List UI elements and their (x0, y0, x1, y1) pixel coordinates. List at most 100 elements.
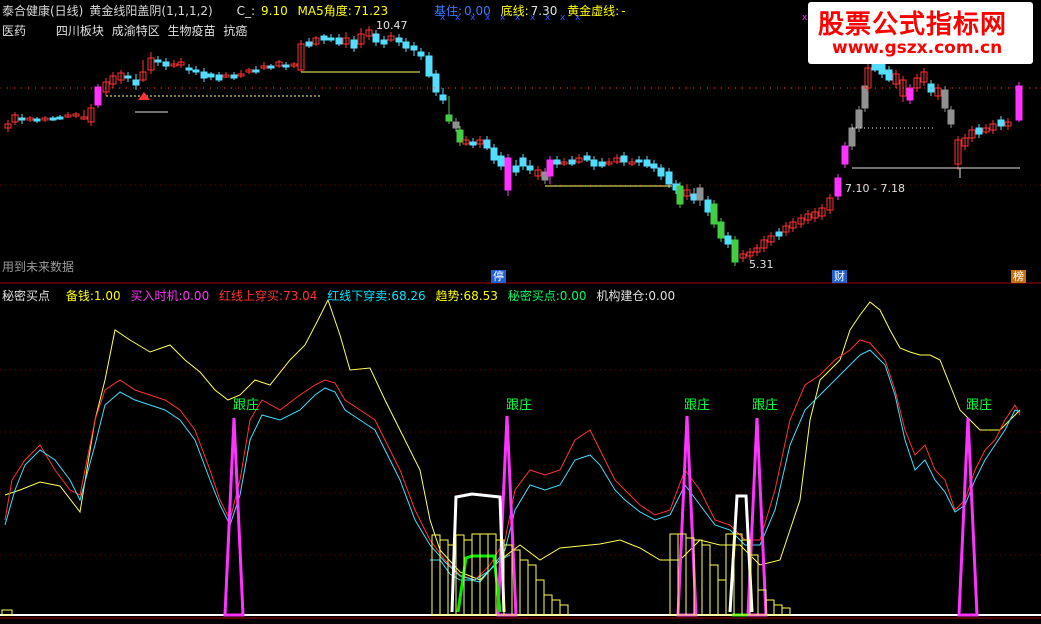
candle-body (855, 109, 863, 129)
candle-body (56, 116, 64, 120)
ind-label-red-cross-up: 红线上穿买: (219, 289, 284, 303)
candle-body (546, 159, 554, 177)
price-panel-header: 泰合健康(日线) 黄金线阳盖阴(1,1,1,2) C_: 9.10 MA5角度: 71… (2, 2, 632, 19)
candle-body (885, 69, 893, 81)
halt-badge[interactable]: 停 (491, 270, 506, 283)
volume-box (551, 599, 561, 616)
candle-body (598, 161, 606, 167)
stock-name[interactable]: 泰合健康(日线) (2, 4, 83, 18)
ind-label-beiqian: 备钱: (65, 289, 94, 303)
ind-value-trend: 68.53 (463, 289, 498, 303)
signal-spike (957, 417, 979, 617)
c-label: C_: (236, 4, 255, 18)
candle-body (230, 74, 238, 79)
volume-box (535, 579, 545, 616)
candle-body (690, 193, 698, 201)
candle-body (267, 65, 275, 69)
candle-body (33, 118, 41, 122)
candle-body (132, 79, 140, 86)
candle-body (975, 127, 983, 135)
candle-body (452, 121, 460, 129)
ind-value-red-cross-up: 73.04 (283, 289, 318, 303)
tag-item[interactable]: 四川板块 (56, 24, 104, 38)
volume-box (709, 564, 719, 616)
candle-body (327, 37, 335, 41)
bottom-value: 7.30 (530, 4, 558, 18)
bottom-label: 底线: (500, 4, 529, 18)
list-badge[interactable]: 榜 (1011, 270, 1026, 283)
candle-body (320, 35, 328, 41)
tag-item[interactable]: 成渝特区 (112, 24, 160, 38)
candle-body (657, 167, 665, 177)
candle-body (635, 159, 643, 163)
candle-body (207, 73, 215, 78)
candle-body (841, 145, 849, 165)
ind-label-buy-timing: 买入时机: (130, 289, 183, 303)
future-data-note: 用到未来数据 (2, 260, 75, 274)
volume-box (781, 607, 791, 616)
candle-body (590, 159, 598, 167)
c-value: 9.10 (261, 4, 288, 18)
candle-body (215, 74, 223, 81)
candle-body (941, 89, 949, 109)
indicator-params: (1,1,1,2) (161, 4, 213, 18)
signal-label: 跟庄 (506, 398, 533, 413)
candle-body (504, 157, 512, 191)
candle-body (252, 69, 260, 73)
volume-box (527, 564, 537, 616)
indicator-panel-header: 秘密买点 备钱:1.00 买入时机:0.00 红线上穿买:73.04 红线下穿卖… (2, 287, 675, 304)
watermark-title: 股票公式指标网 (818, 10, 1008, 40)
indicator-title[interactable]: 秘密买点 (2, 289, 50, 303)
signal-label: 跟庄 (752, 398, 779, 413)
signal-label: 跟庄 (966, 398, 993, 413)
candle-body (483, 139, 491, 149)
finance-badge[interactable]: 财 (832, 270, 847, 283)
tag-item[interactable]: 生物疫苗 (168, 24, 216, 38)
candle-body (192, 69, 200, 73)
candle-body (372, 33, 380, 43)
candle-body (526, 165, 534, 171)
indicator-name[interactable]: 黄金线阳盖阴 (89, 4, 161, 18)
candle-body (445, 114, 453, 122)
volume-box (669, 533, 679, 616)
tag-item[interactable]: 抗癌 (223, 24, 247, 38)
candle-body (512, 165, 520, 173)
gold-value: - (621, 4, 626, 18)
candle-body (94, 86, 102, 106)
candle-body (650, 163, 658, 169)
candle-body (162, 61, 170, 67)
candle-body (704, 199, 712, 213)
base-label: 基住: (433, 4, 463, 18)
candle-body (469, 141, 477, 146)
candle-body (775, 231, 783, 237)
candle-body (1015, 85, 1023, 121)
candle-body (696, 187, 704, 201)
candle-body (906, 87, 914, 101)
candle-body (154, 59, 162, 63)
ind-value-buy-timing: 0.00 (182, 289, 210, 303)
tag-item[interactable]: 医药 (2, 24, 26, 38)
signal-spike (676, 415, 698, 617)
volume-box (717, 579, 727, 616)
candle-body (947, 109, 955, 125)
candle-body (997, 119, 1005, 127)
candle-body (432, 73, 440, 93)
ma5-label: MA5角度: (297, 4, 352, 18)
candle-body (456, 129, 464, 143)
price-range-label: 7.10 - 7.18 (845, 182, 905, 195)
volume-boxes (1, 533, 791, 616)
candle-body (410, 45, 418, 51)
candle-body (553, 159, 561, 165)
candle-body (124, 75, 132, 79)
chart-canvas: xxxxxxxxxxxx (0, 13, 1041, 619)
ind-label-trend: 趋势: (435, 289, 464, 303)
sector-tags: 医药 四川板块 成渝特区 生物疫苗 抗癌 (2, 22, 247, 39)
ind-value-secret-buy: 0.00 (559, 289, 587, 303)
ind-label-red-cross-down: 红线下穿卖: (327, 289, 392, 303)
volume-box (471, 533, 481, 616)
candle-body (643, 159, 651, 167)
ind-value-institution: 0.00 (648, 289, 676, 303)
volume-box (543, 594, 553, 616)
candle-body (568, 159, 576, 165)
candle-body (731, 239, 739, 263)
